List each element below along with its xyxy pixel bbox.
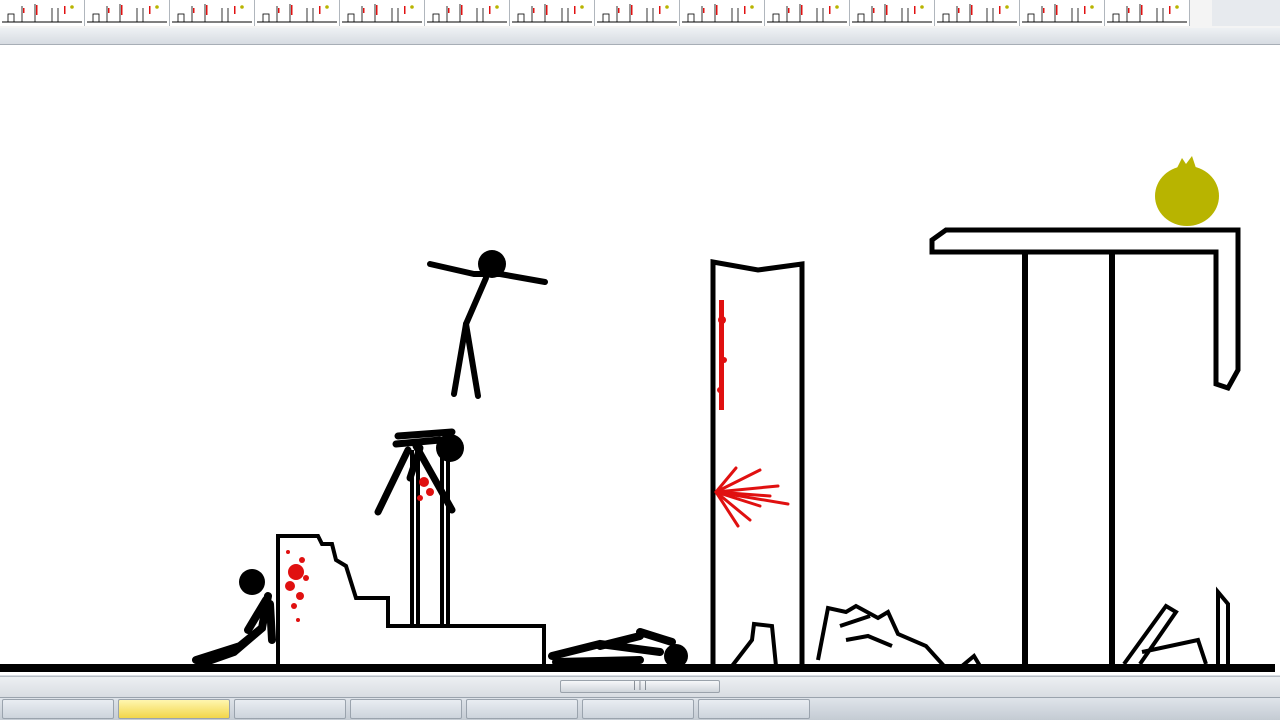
blood-burst-tall-pillar xyxy=(714,466,790,528)
rubble-right xyxy=(1122,586,1230,666)
money-bag-icon[interactable] xyxy=(1155,156,1219,226)
table-platform xyxy=(929,227,1241,392)
frame-thumbnail[interactable] xyxy=(425,0,510,26)
frame-thumbnail[interactable] xyxy=(680,0,765,26)
frame-thumbnail[interactable] xyxy=(170,0,255,26)
horizontal-scrollbar[interactable]: ||| xyxy=(0,676,1280,697)
frame-thumbnail[interactable] xyxy=(1105,0,1190,26)
blood-splatter-stairs xyxy=(285,550,309,622)
stickfigure-thumbnail-icon xyxy=(852,4,932,23)
stickman-sitting xyxy=(192,569,276,668)
stickfigure-thumbnail-icon xyxy=(257,4,337,23)
scrollbar-grip: ||| xyxy=(631,681,649,691)
rubble-pile xyxy=(816,603,984,668)
stickman-lying xyxy=(548,628,688,668)
animation-scene[interactable] xyxy=(0,45,1280,675)
stickfigure-thumbnail-icon xyxy=(2,4,82,23)
taskbar-button[interactable] xyxy=(234,699,346,719)
frame-thumbnail[interactable] xyxy=(85,0,170,26)
taskbar-button[interactable] xyxy=(582,699,694,719)
frame-thumbnail[interactable] xyxy=(765,0,850,26)
stickfigure-thumbnail-icon xyxy=(427,4,507,23)
stickfigure-thumbnail-icon xyxy=(937,4,1017,23)
stickfigure-thumbnail-icon xyxy=(1022,4,1102,23)
drawing-canvas[interactable] xyxy=(0,45,1280,675)
frame-thumbnail[interactable] xyxy=(1020,0,1105,26)
stickman-jumping xyxy=(427,250,548,399)
frame-timeline[interactable] xyxy=(0,0,1280,29)
taskbar-button[interactable] xyxy=(466,699,578,719)
stickfigure-thumbnail-icon xyxy=(342,4,422,23)
frame-thumbnail[interactable] xyxy=(935,0,1020,26)
frame-thumbnail[interactable] xyxy=(595,0,680,26)
frame-thumbnail-strip[interactable] xyxy=(0,0,1212,26)
stickfigure-thumbnail-icon xyxy=(682,4,762,23)
stickfigure-thumbnail-icon xyxy=(87,4,167,23)
stickfigure-thumbnail-icon xyxy=(172,4,252,23)
stickfigure-thumbnail-icon xyxy=(597,4,677,23)
stickfigure-thumbnail-icon xyxy=(1107,4,1187,23)
frame-thumbnail[interactable] xyxy=(510,0,595,26)
rubble-piece xyxy=(730,621,778,668)
taskbar-button[interactable] xyxy=(698,699,810,719)
frame-thumbnail[interactable] xyxy=(850,0,935,26)
taskbar-button[interactable] xyxy=(350,699,462,719)
tall-pillar xyxy=(710,259,805,666)
taskbar xyxy=(0,697,1280,720)
taskbar-button[interactable] xyxy=(118,699,230,719)
blood-streak-tall-pillar xyxy=(717,300,727,410)
stickfigure-thumbnail-icon xyxy=(767,4,847,23)
frame-thumbnail[interactable] xyxy=(255,0,340,26)
scrollbar-thumb[interactable]: ||| xyxy=(560,680,720,693)
frame-thumbnail[interactable] xyxy=(340,0,425,26)
timeline-separator-bar xyxy=(0,28,1280,45)
stickfigure-thumbnail-icon xyxy=(512,4,592,23)
taskbar-button[interactable] xyxy=(2,699,114,719)
frame-thumbnail[interactable] xyxy=(0,0,85,26)
timeline-empty-area xyxy=(1212,0,1280,26)
